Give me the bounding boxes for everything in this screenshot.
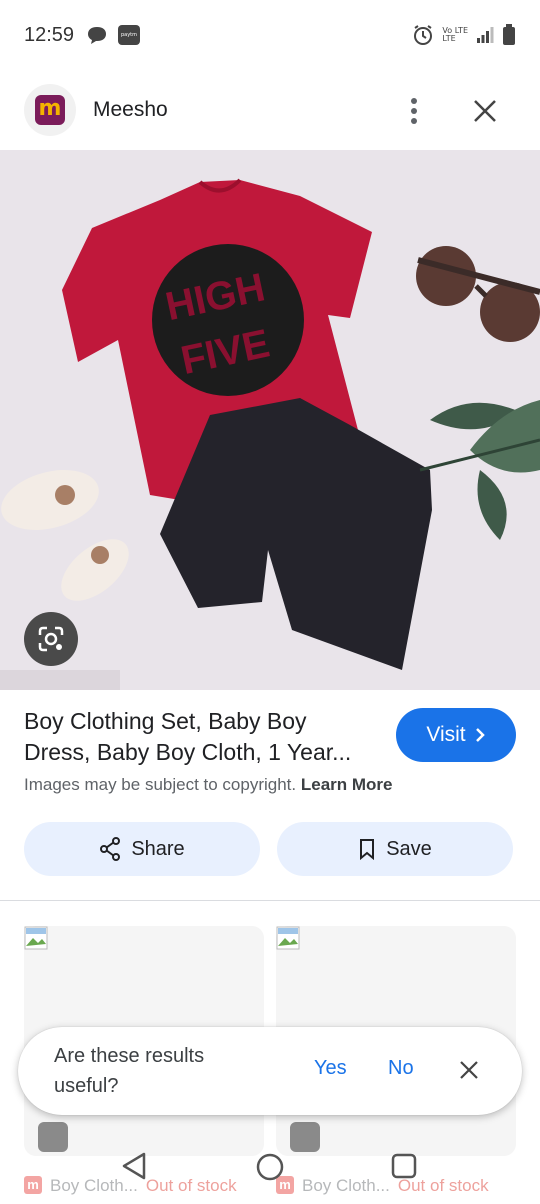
back-icon[interactable] [118, 1150, 150, 1182]
save-label: Save [386, 837, 432, 860]
more-options-icon[interactable] [402, 96, 426, 126]
copyright-notice: Images may be subject to copyright. Lear… [24, 775, 393, 795]
feedback-close-icon[interactable] [458, 1059, 480, 1081]
share-button[interactable]: Share [24, 822, 260, 876]
visit-button[interactable]: Visit [396, 708, 516, 762]
meesho-logo-icon: m [35, 95, 65, 125]
feedback-popup: Are these results useful? Yes No [18, 1027, 522, 1115]
signal-icon [477, 27, 494, 43]
site-logo[interactable]: m [24, 84, 76, 136]
system-nav-bar [0, 1140, 540, 1204]
feedback-no-button[interactable]: No [388, 1057, 414, 1080]
visit-label: Visit [426, 723, 466, 746]
bookmark-icon [360, 839, 375, 860]
chat-notification-icon [88, 27, 106, 44]
paytm-notification-icon: paytm [118, 25, 140, 45]
product-photo: HIGH FIVE [0, 150, 540, 690]
chevron-right-icon [475, 728, 485, 742]
section-divider [0, 900, 540, 901]
feedback-question: Are these results useful? [54, 1045, 205, 1097]
source-header: m Meesho [0, 76, 540, 146]
site-name[interactable]: Meesho [93, 98, 168, 122]
broken-image-icon [276, 926, 300, 950]
status-bar: 12:59 paytm Vo LTE LTE [0, 0, 540, 70]
google-lens-icon [38, 626, 64, 652]
battery-icon [503, 24, 515, 45]
broken-image-icon [24, 926, 48, 950]
home-icon[interactable] [255, 1152, 285, 1182]
recents-icon[interactable] [390, 1152, 418, 1180]
lte-label: LTE [442, 34, 456, 43]
result-title[interactable]: Boy Clothing Set, Baby Boy Dress, Baby B… [24, 706, 374, 768]
status-icons: Vo LTE LTE [412, 24, 516, 46]
share-icon [100, 837, 121, 861]
copyright-text: Images may be subject to copyright. [24, 775, 297, 794]
product-image[interactable]: HIGH FIVE [0, 150, 540, 690]
save-button[interactable]: Save [277, 822, 513, 876]
close-icon[interactable] [470, 96, 500, 126]
network-indicator: Vo LTE LTE [442, 27, 468, 43]
share-label: Share [131, 837, 185, 860]
feedback-yes-button[interactable]: Yes [314, 1057, 347, 1080]
learn-more-link[interactable]: Learn More [301, 775, 393, 794]
alarm-icon [414, 25, 433, 45]
lens-search-button[interactable] [24, 612, 78, 666]
status-time: 12:59 [24, 24, 75, 46]
